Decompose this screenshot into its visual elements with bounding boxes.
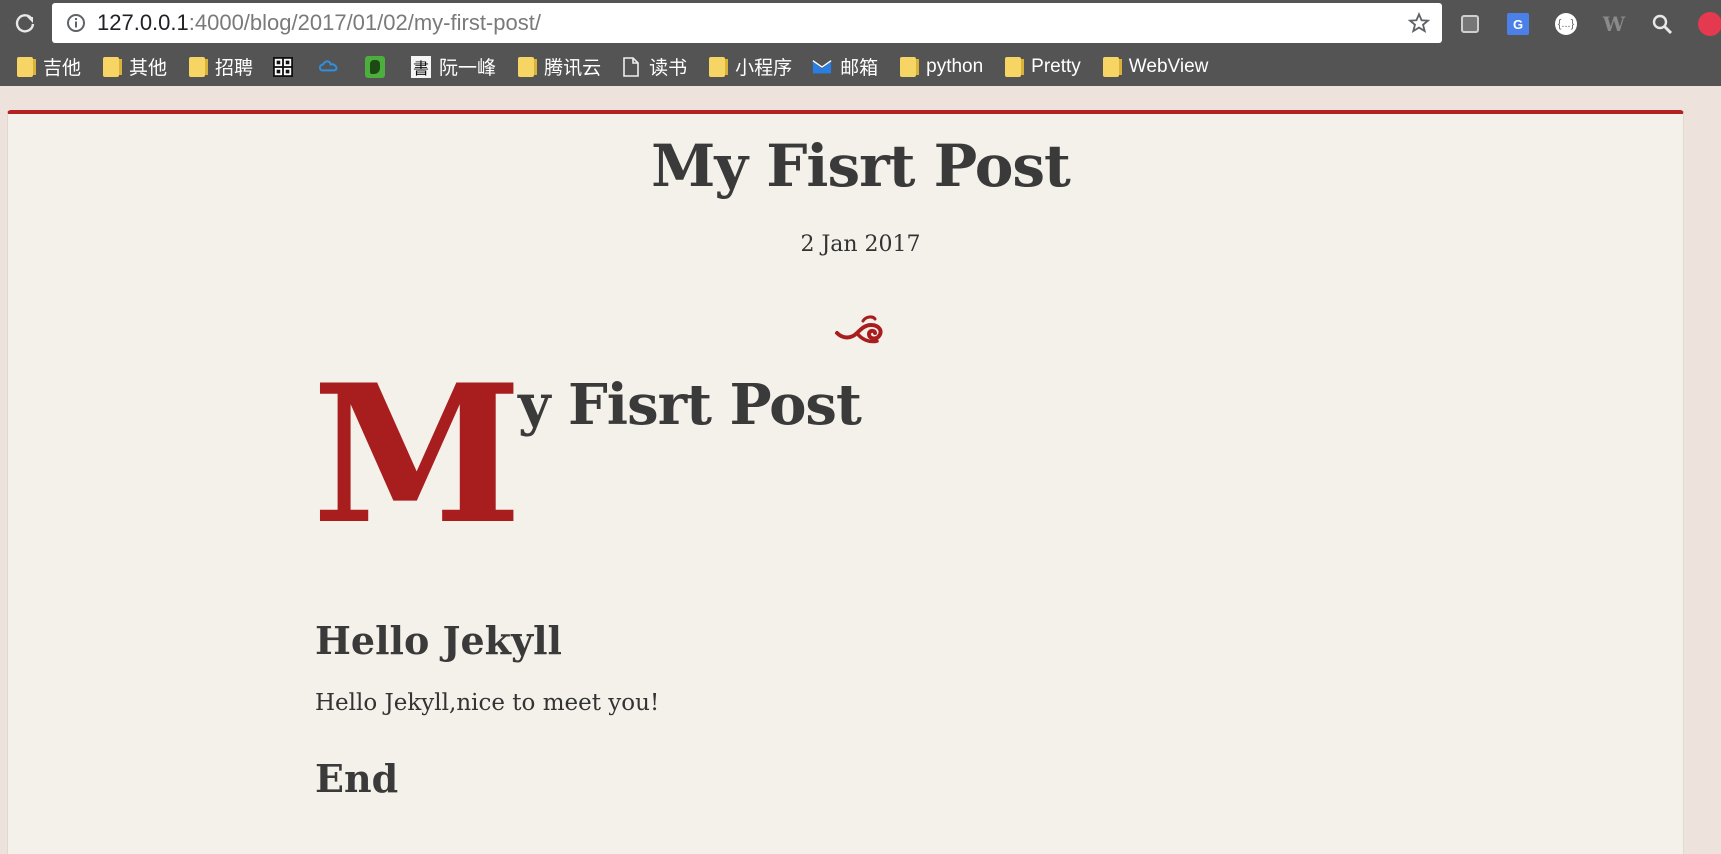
section-heading-end: End [315, 756, 399, 801]
bookmark-evernote[interactable] [365, 52, 393, 82]
info-icon[interactable] [65, 12, 87, 34]
ornament-icon [833, 313, 889, 345]
bookmark-jobs[interactable]: 招聘 [187, 52, 253, 82]
url-host: 127.0.0.1 [97, 10, 189, 35]
bookmark-mail[interactable]: 邮箱 [812, 52, 878, 82]
profile-icon[interactable] [1696, 10, 1721, 38]
post-paragraph: Hello Jekyll,nice to meet you! [315, 690, 660, 716]
bookmark-reading[interactable]: 读书 [621, 52, 687, 82]
browser-toolbar: 127.0.0.1:4000/blog/2017/01/02/my-first-… [0, 0, 1721, 47]
bookmark-label: 招聘 [215, 58, 254, 79]
bookmark-cloud[interactable] [319, 52, 347, 82]
folder-icon [15, 56, 36, 78]
mail-icon [812, 56, 832, 78]
folder-icon [187, 56, 209, 78]
bookmark-label: 小程序 [735, 58, 793, 79]
evernote-icon [365, 55, 386, 78]
bookmark-guitar[interactable]: 吉他 [15, 52, 81, 82]
bookmark-label: 其他 [129, 58, 168, 79]
bookmark-label: WebView [1128, 55, 1209, 77]
calligraphy-icon: 書 [411, 55, 432, 78]
folder-icon [1101, 56, 1122, 78]
post-title: My Fisrt Post [651, 132, 1071, 200]
folder-icon [707, 56, 729, 78]
bookmark-label: 吉他 [43, 58, 82, 79]
bookmark-label: Pretty [1031, 55, 1081, 77]
json-icon[interactable]: {...} [1552, 10, 1580, 38]
bookmark-miniprogram[interactable]: 小程序 [707, 52, 792, 82]
bookmark-label: 阮一峰 [439, 58, 497, 79]
bookmark-python[interactable]: python [898, 52, 983, 82]
post-container [7, 110, 1684, 854]
bookmark-label: 腾讯云 [544, 58, 602, 79]
w-icon[interactable]: W [1600, 10, 1628, 38]
bookmark-label: 邮箱 [840, 58, 879, 79]
post-heading: y Fisrt Post [518, 372, 862, 438]
bookmark-label: 读书 [649, 58, 688, 79]
extension-icon[interactable] [1456, 10, 1484, 38]
url-text[interactable]: 127.0.0.1:4000/blog/2017/01/02/my-first-… [97, 10, 541, 36]
bookmarks-bar: 吉他 其他 招聘 書 阮一峰 腾讯云 读书 小程序 邮箱 python Pret… [0, 47, 1721, 86]
folder-icon [516, 56, 538, 78]
dropcap-letter: M [312, 343, 523, 566]
bookmark-star-icon[interactable] [1406, 10, 1432, 36]
bookmark-code[interactable] [273, 52, 301, 82]
folder-icon [898, 56, 920, 78]
bookmark-tencent-cloud[interactable]: 腾讯云 [516, 52, 601, 82]
bookmark-webview[interactable]: WebView [1101, 52, 1209, 82]
bookmark-pretty[interactable]: Pretty [1003, 52, 1081, 82]
folder-icon [1003, 56, 1025, 78]
url-path: :4000/blog/2017/01/02/my-first-post/ [188, 10, 541, 35]
code-icon [273, 56, 294, 78]
reload-icon[interactable] [12, 10, 38, 36]
section-heading-hello: Hello Jekyll [315, 618, 562, 663]
bookmark-other[interactable]: 其他 [101, 52, 167, 82]
cloud-icon [319, 56, 339, 78]
folder-icon [101, 56, 123, 78]
address-bar[interactable]: 127.0.0.1:4000/blog/2017/01/02/my-first-… [52, 3, 1442, 43]
page-icon [621, 56, 641, 78]
bookmark-ruanyifeng[interactable]: 書 阮一峰 [411, 52, 496, 82]
post-date: 2 Jan 2017 [800, 232, 921, 257]
bookmark-label: python [926, 55, 984, 77]
translate-icon[interactable]: G [1504, 10, 1532, 38]
zoom-icon[interactable] [1648, 10, 1676, 38]
